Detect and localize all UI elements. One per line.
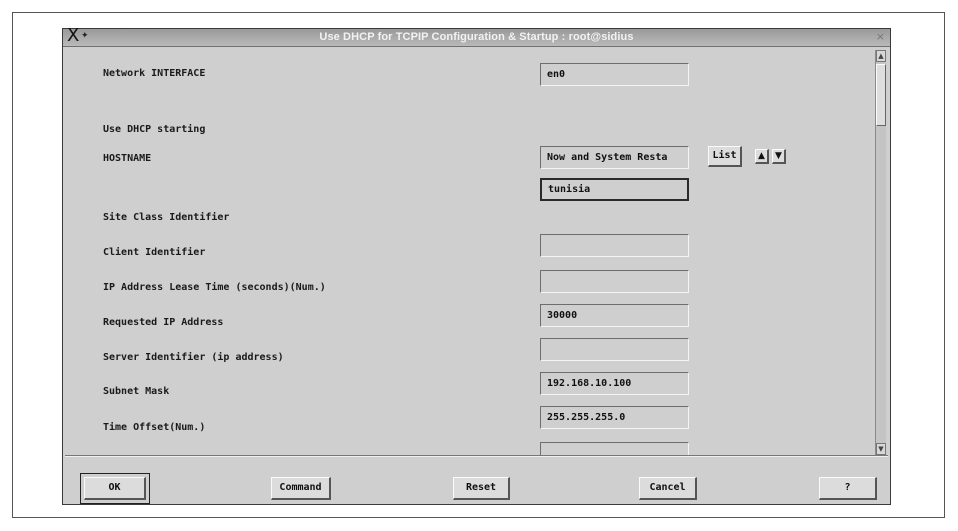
label-hostname: HOSTNAME	[103, 153, 152, 164]
smit-dialog-window: X ✦ Use DHCP for TCPIP Configuration & S…	[62, 26, 891, 505]
vertical-scrollbar[interactable]: ▲ ▼	[875, 50, 886, 455]
label-requested-ip-address: Requested IP Address	[103, 317, 224, 328]
hostname-field[interactable]: tunisia	[540, 178, 689, 201]
help-button[interactable]: ?	[819, 477, 877, 500]
arrow-up-icon[interactable]: ▲	[755, 149, 769, 164]
server-identifier-field[interactable]: 192.168.10.100	[540, 372, 689, 395]
requested-ip-address-field[interactable]	[540, 338, 689, 361]
command-button[interactable]: Command	[271, 477, 331, 500]
title-bar[interactable]: X ✦ Use DHCP for TCPIP Configuration & S…	[63, 26, 890, 47]
arrow-down-icon[interactable]: ▼	[772, 149, 786, 164]
form-content: Network INTERFACE en0 Use DHCP starting …	[73, 48, 874, 455]
label-use-dhcp-starting: Use DHCP starting	[103, 124, 206, 135]
cancel-button[interactable]: Cancel	[639, 477, 697, 500]
window-title: Use DHCP for TCPIP Configuration & Start…	[319, 31, 634, 43]
site-class-identifier-field[interactable]	[540, 234, 689, 257]
ok-button[interactable]: OK	[84, 477, 146, 500]
ip-lease-time-field[interactable]: 30000	[540, 304, 689, 327]
label-network-interface: Network INTERFACE	[103, 68, 206, 79]
reset-button[interactable]: Reset	[453, 477, 510, 500]
label-time-offset: Time Offset(Num.)	[103, 422, 206, 433]
label-subnet-mask: Subnet Mask	[103, 386, 170, 397]
label-server-identifier: Server Identifier (ip address)	[103, 352, 284, 363]
list-button[interactable]: List	[708, 146, 742, 167]
scroll-down-icon[interactable]: ▼	[876, 443, 886, 455]
label-site-class-identifier: Site Class Identifier	[103, 212, 230, 223]
network-interface-field[interactable]: en0	[540, 63, 689, 86]
use-dhcp-starting-field[interactable]: Now and System Resta	[540, 146, 689, 169]
button-area-divider	[65, 455, 888, 457]
label-ip-lease-time: IP Address Lease Time (seconds)(Num.)	[103, 282, 326, 293]
scrollbar-thumb[interactable]	[876, 64, 886, 126]
subnet-mask-field[interactable]: 255.255.255.0	[540, 406, 689, 429]
close-icon[interactable]: ×	[876, 30, 885, 43]
label-client-identifier: Client Identifier	[103, 247, 206, 258]
scroll-up-icon[interactable]: ▲	[876, 50, 886, 62]
time-offset-field[interactable]	[540, 442, 689, 455]
client-identifier-field[interactable]	[540, 270, 689, 293]
